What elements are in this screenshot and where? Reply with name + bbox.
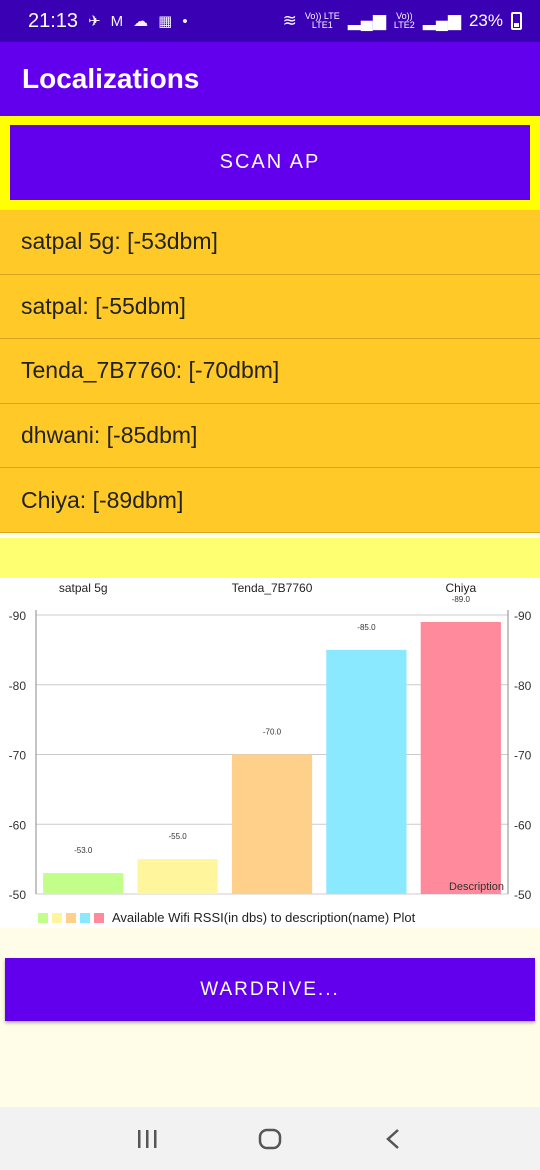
y-tick-label-right: -80 (514, 679, 532, 693)
bar-value-label: -53.0 (74, 846, 93, 855)
bar-value-label: -70.0 (263, 728, 282, 737)
wifi-icon: ≋ (282, 11, 297, 30)
gallery-icon: ▦ (158, 13, 173, 30)
list-item[interactable]: Tenda_7B7760: [-70dbm] (0, 339, 540, 404)
scan-ap-button[interactable]: SCAN AP (10, 125, 530, 200)
legend-swatch (38, 912, 48, 923)
ap-label: satpal 5g: [-53dbm] (21, 228, 218, 255)
signal-icon: ▂▄▆ (347, 11, 386, 30)
y-tick-label-right: -60 (514, 818, 532, 832)
ap-label: satpal: [-55dbm] (21, 292, 186, 319)
app-notification-icon: ✈ (88, 13, 101, 30)
y-tick-label-left: -90 (9, 609, 27, 623)
bar (420, 621, 501, 894)
y-tick-label-left: -70 (9, 749, 27, 763)
status-bar: 21:13 ✈ M ☁ ▦ • ≋ Vo)) LTE LTE1 ▂▄▆ Vo))… (0, 0, 540, 42)
legend-swatch (80, 912, 90, 923)
bar (137, 859, 218, 894)
sim2-indicator: Vo)) LTE2 (394, 12, 415, 30)
list-item[interactable]: dhwani: [-85dbm] (0, 404, 540, 469)
battery-percent: 23% (468, 11, 503, 30)
bar (43, 873, 124, 894)
chart-legend: Available Wifi RSSI(in dbs) to descripti… (38, 910, 415, 925)
chart-svg: -90 -90 -80 -80 -70 -70 -60 -60 -50 -50 -53.0 satpa… (9, 581, 532, 902)
ap-list: satpal 5g: [-53dbm] satpal: [-55dbm] Ten… (0, 210, 540, 533)
weather-icon: ☁ (133, 13, 149, 30)
bar-value-label: -85.0 (357, 623, 376, 632)
ap-label: Chiya: [-89dbm] (21, 486, 184, 513)
list-item[interactable]: satpal 5g: [-53dbm] (0, 210, 540, 275)
bar (326, 649, 407, 894)
x-tick-label: Tenda_7B7760 (232, 581, 313, 595)
legend-swatch (94, 912, 104, 923)
chart-description: Description (449, 881, 504, 893)
bar (231, 754, 313, 894)
ap-label: dhwani: [-85dbm] (21, 422, 198, 449)
home-icon[interactable] (250, 1119, 290, 1159)
rssi-bar-chart[interactable]: -90 -90 -80 -80 -70 -70 -60 -60 -50 -50 -53.0 satpa… (0, 578, 540, 928)
wardrive-button[interactable]: WARDRIVE... (5, 958, 535, 1021)
y-tick-label-left: -80 (9, 679, 27, 693)
y-tick-label-right: -70 (514, 749, 532, 763)
battery-icon (511, 12, 522, 30)
recents-icon[interactable] (127, 1119, 167, 1159)
y-tick-label-left: -50 (9, 888, 27, 902)
sim2-bottom-label: LTE2 (393, 20, 415, 30)
sim1-bottom-label: LTE1 (311, 20, 333, 30)
y-tick-label-left: -60 (9, 818, 27, 832)
y-tick-label-right: -90 (514, 609, 532, 623)
x-tick-label: satpal 5g (59, 581, 108, 595)
system-nav-bar (0, 1107, 540, 1170)
dot-icon: • (182, 12, 188, 30)
sim1-indicator: Vo)) LTE LTE1 (305, 12, 340, 30)
gmail-icon: M (110, 12, 124, 30)
legend-label: Available Wifi RSSI(in dbs) to descripti… (112, 910, 416, 925)
signal-icon: ▂▄▆ (422, 11, 461, 30)
bar-value-label: -89.0 (452, 595, 471, 604)
legend-swatch (66, 912, 76, 923)
divider-strip (0, 538, 540, 578)
scan-container: SCAN AP (0, 116, 540, 210)
app-bar: Localizations (0, 42, 540, 116)
ap-label: Tenda_7B7760: [-70dbm] (21, 357, 280, 384)
page-title: Localizations (22, 63, 200, 94)
list-item[interactable]: satpal: [-55dbm] (0, 275, 540, 340)
bar-value-label: -55.0 (168, 832, 187, 841)
x-tick-label: Chiya (445, 581, 476, 595)
list-item[interactable]: Chiya: [-89dbm] (0, 468, 540, 533)
legend-swatch (52, 912, 62, 923)
back-icon[interactable] (373, 1119, 413, 1159)
y-tick-label-right: -50 (514, 888, 532, 902)
status-time: 21:13 (28, 9, 79, 32)
